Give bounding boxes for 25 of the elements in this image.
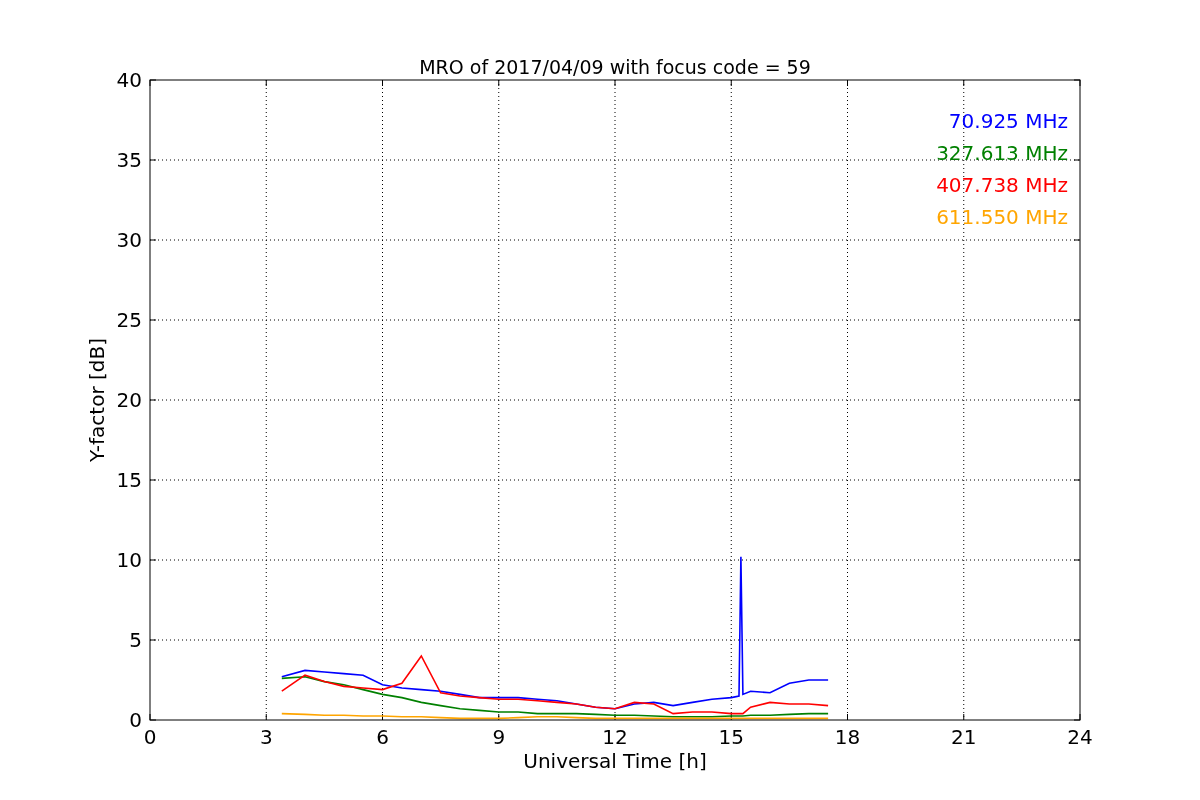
y-tick-label: 40 <box>116 68 142 92</box>
legend-label: 70.925 MHz <box>948 109 1068 133</box>
legend-label: 407.738 MHz <box>936 173 1068 197</box>
x-tick-label: 6 <box>376 725 389 749</box>
y-tick-label: 10 <box>116 548 142 572</box>
x-tick-label: 18 <box>834 725 861 749</box>
x-tick-label: 3 <box>259 725 273 749</box>
y-axis-label: Y-factor [dB] <box>85 338 109 462</box>
y-tick-label: 0 <box>129 708 142 732</box>
x-tick-label: 24 <box>1067 725 1093 749</box>
y-tick-label: 5 <box>129 628 142 652</box>
legend-label: 611.550 MHz <box>936 205 1068 229</box>
y-tick-label: 20 <box>116 388 142 412</box>
x-tick-label: 21 <box>951 725 977 749</box>
y-tick-label: 30 <box>116 228 142 252</box>
x-axis-label: Universal Time [h] <box>523 749 707 773</box>
y-tick-label: 35 <box>116 148 142 172</box>
x-tick-label: 9 <box>492 725 506 749</box>
x-tick-label: 15 <box>718 725 744 749</box>
y-tick-label: 25 <box>116 308 142 332</box>
x-tick-label: 12 <box>602 725 628 749</box>
x-tick-label: 0 <box>143 725 157 749</box>
chart-title: MRO of 2017/04/09 with focus code = 59 <box>419 56 811 78</box>
legend-label: 327.613 MHz <box>936 141 1068 165</box>
y-tick-label: 15 <box>116 468 142 492</box>
